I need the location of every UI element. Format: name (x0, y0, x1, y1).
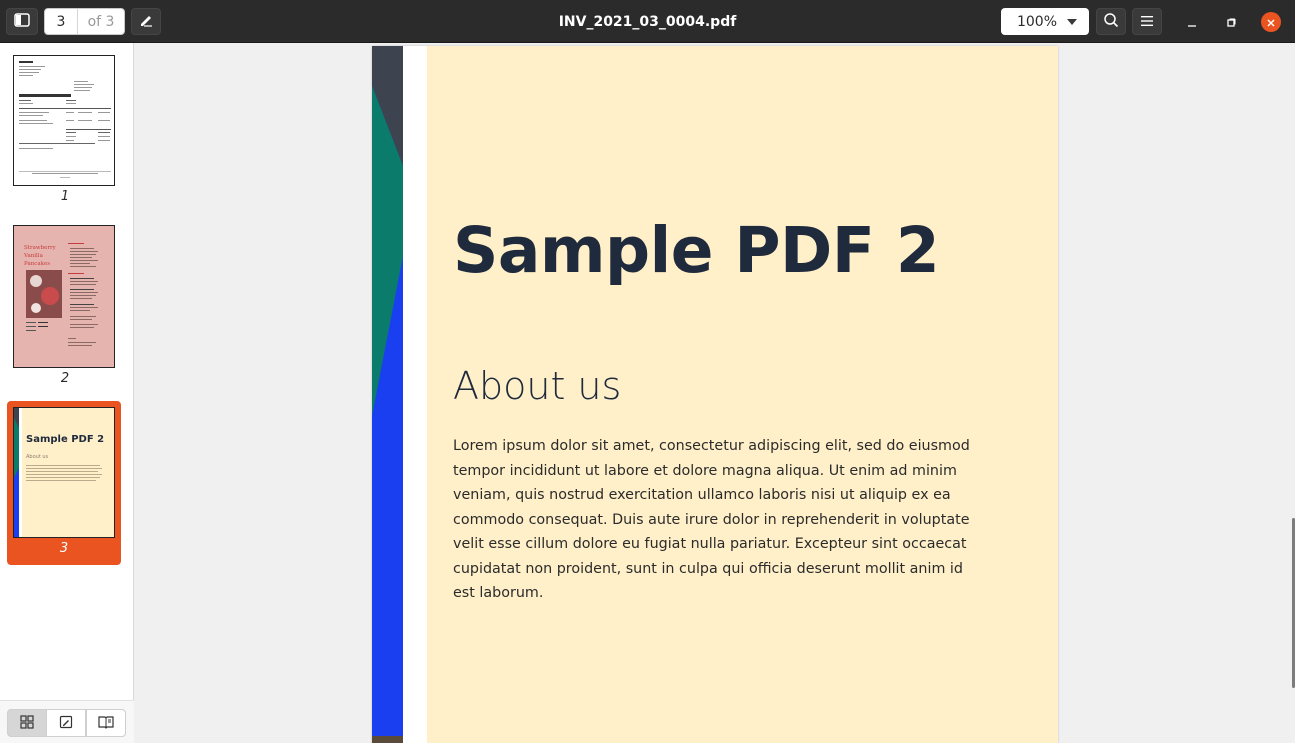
thumbnail-label-1: 1 (60, 189, 70, 204)
close-icon (1266, 13, 1276, 32)
zoom-value: 100% (1016, 13, 1057, 30)
page-thumbnail-3: Sample PDF 2 About us (13, 407, 115, 538)
pencil-icon (138, 12, 154, 32)
pdf-page-3: Sample PDF 2 About us Lorem ipsum dolor … (372, 46, 1058, 743)
page-thumbnail-2[interactable]: Strawberry Vanilla Pancakes (13, 225, 115, 368)
recipe-preview (26, 243, 98, 346)
page-thumbnail-1[interactable] (13, 55, 115, 186)
annotations-view-button[interactable] (46, 709, 86, 737)
close-button[interactable] (1261, 12, 1281, 32)
search-icon (1103, 12, 1119, 32)
annotate-button[interactable] (131, 8, 161, 35)
thumbnail-sidebar: 1 Strawberry Vanilla Pancakes 2 Sample P… (0, 43, 134, 743)
chevron-down-icon (1067, 18, 1077, 25)
maximize-icon (1226, 13, 1236, 32)
zoom-selector[interactable]: 100% (1001, 8, 1089, 35)
page-selector: 3 of 3 (44, 8, 125, 35)
page-subheading: About us (453, 364, 622, 408)
menu-button[interactable] (1132, 8, 1162, 35)
page-margin-band (403, 46, 427, 743)
bookmarks-view-button[interactable] (86, 709, 126, 737)
book-icon (98, 714, 114, 733)
maximize-button[interactable] (1221, 12, 1241, 32)
document-view[interactable]: Sample PDF 2 About us Lorem ipsum dolor … (134, 43, 1295, 743)
sidebar-mode-bar (0, 700, 134, 743)
invoice-preview (19, 61, 111, 178)
page-paragraph: Lorem ipsum dolor sit amet, consectetur … (453, 438, 970, 601)
current-page-input[interactable]: 3 (45, 9, 78, 34)
header-bar: 3 of 3 INV_2021_03_0004.pdf 100% (0, 0, 1295, 43)
minimize-button[interactable] (1182, 12, 1202, 32)
page-count-label: of 3 (87, 13, 115, 30)
page-thumbnail-3-selected[interactable]: Sample PDF 2 About us 3 (7, 401, 121, 565)
minimize-icon (1187, 13, 1197, 32)
thumbnails-view-button[interactable] (7, 709, 47, 737)
sidebar-toggle-button[interactable] (6, 8, 38, 35)
thumbnail-3-body-lines (26, 465, 102, 481)
page-heading: Sample PDF 2 (453, 214, 940, 287)
grid-icon (20, 714, 34, 733)
thumbnail-label-3: 3 (59, 541, 69, 556)
annotations-icon (59, 714, 73, 733)
search-button[interactable] (1096, 8, 1126, 35)
thumbnail-label-2: 2 (60, 371, 70, 386)
hamburger-menu-icon (1140, 12, 1154, 31)
decorative-side-strip (372, 46, 403, 743)
sidebar-toggle-icon (14, 12, 30, 31)
